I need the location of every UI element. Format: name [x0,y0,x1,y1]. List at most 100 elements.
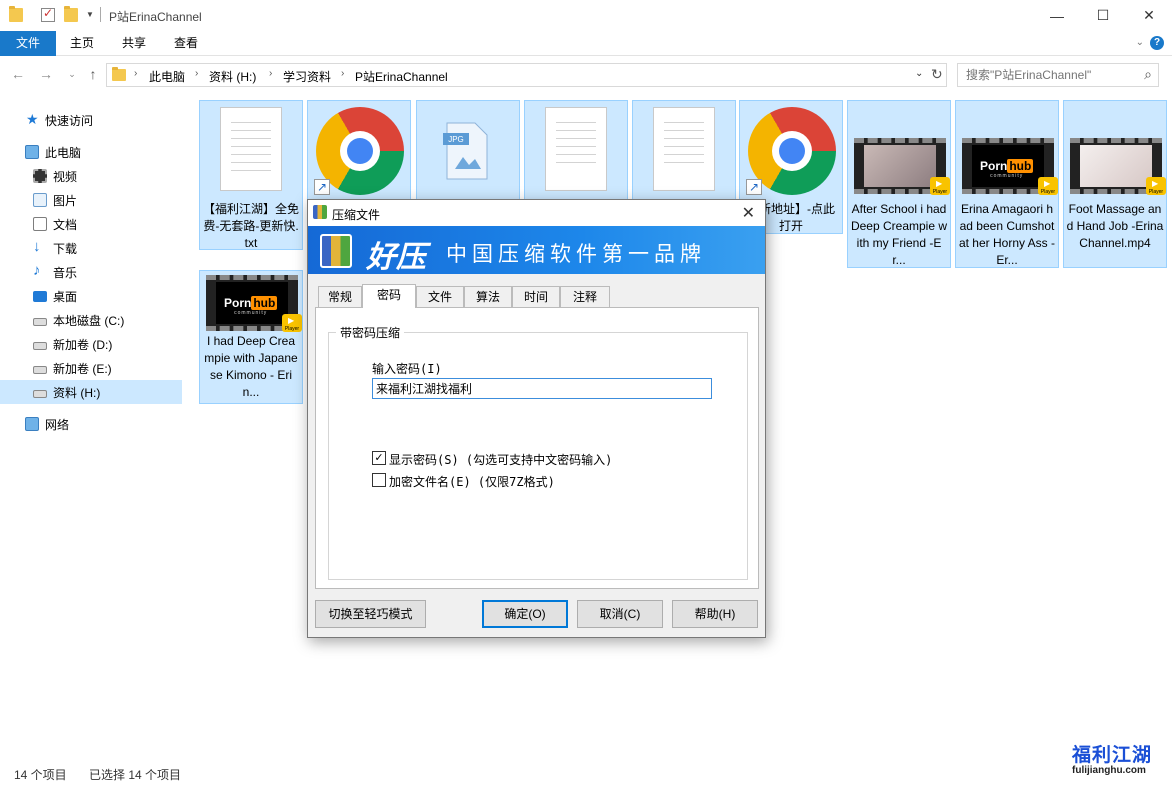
up-arrow-icon[interactable]: ↑ [83,64,103,84]
file-name: Erina Amagaori had been Cumshot at her H… [958,202,1056,267]
encrypt-filenames-label[interactable]: 加密文件名(E) (仅限7Z格式) [389,473,555,490]
file-tile-chrome-shortcut[interactable]: ↗ [307,100,411,200]
tab-general[interactable]: 常规 [318,286,362,307]
breadcrumb-current-folder[interactable]: P站ErinaChannel [355,68,448,85]
close-icon[interactable]: ✕ [742,203,755,223]
video-thumbnail: Pornhubcommunity Player [962,138,1058,199]
chevron-right-icon[interactable]: › [269,68,272,79]
sidebar-item-desktop[interactable]: 桌面 [0,284,182,308]
sidebar-item-drive-d[interactable]: 新加卷 (D:) [0,332,182,356]
sidebar-item-drive-c[interactable]: 本地磁盘 (C:) [0,308,182,332]
switch-mode-button[interactable]: 切换至轻巧模式 [315,600,426,628]
maximize-button[interactable]: ☐ [1080,0,1126,31]
tab-time[interactable]: 时间 [512,286,560,307]
breadcrumb-drive-h[interactable]: 资料 (H:) [209,68,256,85]
sidebar-item-pictures[interactable]: 图片 [0,188,182,212]
file-name: Foot Massage and Hand Job -ErinaChannel.… [1066,202,1164,250]
file-tile-video[interactable]: Pornhubcommunity Player Erina Amagaori h… [955,100,1059,268]
star-icon: ★ [26,111,39,127]
file-tile-txt[interactable] [632,100,736,200]
computer-icon [25,145,39,159]
title-bar: ▼ P站ErinaChannel — ☐ ✕ [0,0,1172,31]
tab-algorithm[interactable]: 算法 [464,286,512,307]
sidebar-item-this-pc[interactable]: 此电脑 [0,140,182,164]
password-panel: 带密码压缩 输入密码(I) ✓ 显示密码(S) (勾选可支持中文密码输入) 加密… [315,307,759,589]
chevron-right-icon[interactable]: › [341,68,344,79]
sidebar-item-documents[interactable]: 文档 [0,212,182,236]
close-button[interactable]: ✕ [1126,0,1172,31]
quick-access-dropdown-icon[interactable]: ▼ [86,10,94,19]
file-tile-video[interactable]: Pornhubcommunity Player I had Deep Cream… [199,270,303,404]
breadcrumb-study-materials[interactable]: 学习资料 [283,68,331,85]
pornhub-logo: Porn hub community [224,296,278,316]
properties-icon[interactable] [41,6,55,22]
sidebar-item-downloads[interactable]: ↓ 下载 [0,236,182,260]
navigation-bar: ← → ⌄ ↑ › 此电脑 › 资料 (H:) › 学习资料 › P站Erina… [0,60,1172,90]
search-icon[interactable]: ⌕ [1144,66,1152,83]
show-password-checkbox[interactable]: ✓ [372,451,386,465]
address-dropdown-icon[interactable]: ⌄ [915,68,923,79]
video-thumbnail: Player [1070,138,1166,199]
video-folder-icon [33,169,47,183]
player-badge-icon: Player [1146,169,1166,199]
file-tile-jpg[interactable]: JPG [416,100,520,200]
file-tile-txt[interactable] [524,100,628,200]
watermark-logo: 福利江湖 fulijianghu.com [1072,745,1153,776]
tab-home[interactable]: 主页 [60,31,104,56]
tab-file[interactable]: 文件 [0,31,56,56]
refresh-icon[interactable]: ↻ [931,66,943,83]
text-file-icon [220,107,282,191]
tab-comment[interactable]: 注释 [560,286,610,307]
brand-slogan: 中国压缩软件第一品牌 [446,242,706,266]
password-label: 输入密码(I) [372,362,442,376]
back-arrow-icon[interactable]: ← [8,64,28,84]
sidebar-item-quick-access[interactable]: ★ 快速访问 [0,108,182,132]
help-button[interactable]: 帮助(H) [672,600,758,628]
compress-dialog: 压缩文件 ✕ 好压 中国压缩软件第一品牌 常规 密码 文件 算法 时间 注释 带… [307,199,766,638]
shortcut-arrow-icon: ↗ [314,179,330,195]
sidebar-item-music[interactable]: ♪ 音乐 [0,260,182,284]
recent-locations-icon[interactable]: ⌄ [62,64,82,84]
sidebar-item-drive-e[interactable]: 新加卷 (E:) [0,356,182,380]
drive-icon [33,342,47,350]
chevron-right-icon[interactable]: › [195,68,198,79]
tab-view[interactable]: 查看 [164,31,208,56]
search-box[interactable]: ⌕ [957,63,1159,87]
download-icon: ↓ [33,238,41,255]
cancel-button[interactable]: 取消(C) [577,600,663,628]
show-password-label[interactable]: 显示密码(S) (勾选可支持中文密码输入) [389,451,612,468]
forward-arrow-icon[interactable]: → [36,64,56,84]
address-bar[interactable]: › 此电脑 › 资料 (H:) › 学习资料 › P站ErinaChannel … [106,63,947,87]
sidebar-item-videos[interactable]: 视频 [0,164,182,188]
tab-files[interactable]: 文件 [416,286,464,307]
encrypt-filenames-checkbox[interactable] [372,473,386,487]
sidebar-item-network[interactable]: 网络 [0,412,182,436]
tab-password[interactable]: 密码 [362,284,416,308]
ok-button[interactable]: 确定(O) [482,600,568,628]
text-file-icon [545,107,607,191]
player-badge-icon: Player [1038,169,1058,199]
file-tile-txt[interactable]: 【福利江湖】全免费-无套路-更新快.txt [199,100,303,250]
breadcrumb-this-pc[interactable]: 此电脑 [149,68,185,85]
file-tile-video[interactable]: Player Foot Massage and Hand Job -ErinaC… [1063,100,1167,268]
group-title: 带密码压缩 [336,324,405,341]
tab-share[interactable]: 共享 [112,31,156,56]
new-folder-icon[interactable] [64,6,78,22]
music-icon: ♪ [33,262,41,279]
minimize-button[interactable]: — [1034,0,1080,31]
help-icon[interactable]: ? [1150,36,1164,50]
search-input[interactable] [966,68,1136,82]
chevron-down-icon[interactable]: ⌄ [1136,37,1144,48]
password-field[interactable] [372,378,712,399]
pornhub-logo: Porn hub community [980,159,1034,179]
item-count: 14 个项目 [14,768,67,782]
text-file-icon [653,107,715,191]
sidebar-item-drive-h[interactable]: 资料 (H:) [0,380,182,404]
file-tile-video[interactable]: Player After School i had Deep Creampie … [847,100,951,268]
dialog-title-bar: 压缩文件 ✕ [308,200,765,226]
chevron-right-icon[interactable]: › [134,68,137,79]
file-name: After School i had Deep Creampie with my… [850,202,948,267]
status-bar: 14 个项目 已选择 14 个项目 [0,758,1172,786]
drive-icon [33,390,47,398]
file-name: I had Deep Creampie with Japanese Kimono… [204,334,298,399]
